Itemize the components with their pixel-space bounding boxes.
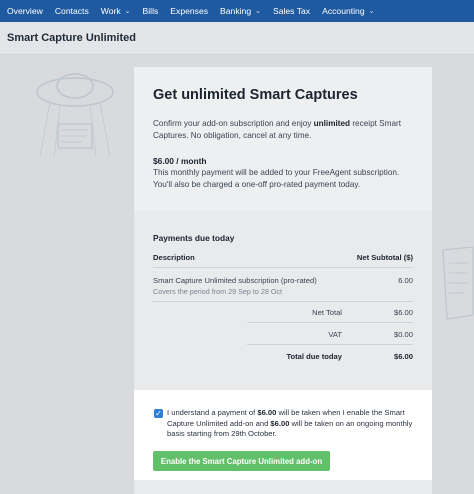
chevron-down-icon: ⌄ — [368, 8, 375, 15]
page-header: Smart Capture Unlimited — [0, 22, 474, 55]
top-nav: Overview Contacts Work ⌄ Bills Expenses B… — [0, 0, 474, 22]
nav-expenses[interactable]: Expenses — [170, 6, 208, 16]
total-due-value: $6.00 — [393, 352, 413, 361]
nav-label: Banking — [220, 6, 252, 16]
divider — [247, 322, 413, 323]
payments-title: Payments due today — [153, 233, 235, 243]
col-description: Description — [153, 253, 195, 262]
divider — [153, 267, 413, 268]
vat-label: VAT — [328, 330, 342, 339]
monthly-price: $6.00 / month — [153, 156, 207, 166]
ufo-illustration-icon — [36, 73, 114, 158]
confirm-checkbox[interactable]: ✓ — [154, 409, 163, 418]
nav-bills[interactable]: Bills — [143, 6, 159, 16]
nav-label: Contacts — [54, 6, 89, 16]
divider — [153, 301, 413, 302]
modal-title: Get unlimited Smart Captures — [153, 87, 358, 103]
chevron-down-icon: ⌄ — [124, 8, 131, 15]
confirm-text-part: I understand a payment of — [167, 408, 258, 417]
net-total-label: Net Total — [312, 308, 342, 317]
nav-label: Bills — [142, 6, 159, 16]
chevron-down-icon: ⌄ — [255, 8, 261, 15]
nav-overview[interactable]: Overview — [7, 6, 43, 16]
net-total-value: $6.00 — [393, 308, 413, 317]
nav-work[interactable]: Work ⌄ — [101, 6, 131, 16]
table-header: Description Net Subtotal ($) — [153, 253, 413, 262]
nav-contacts[interactable]: Contacts — [55, 6, 89, 16]
total-due-label: Total due today — [286, 352, 342, 361]
confirm-panel: ✓ I understand a payment of $6.00 will b… — [134, 390, 432, 480]
row-amount: 6.00 — [398, 276, 413, 285]
intro-text: Confirm your add-on subscription and enj… — [153, 119, 314, 128]
modal-intro: Confirm your add-on subscription and enj… — [153, 118, 418, 142]
vat-value: $0.00 — [393, 330, 413, 339]
nav-label: Overview — [7, 6, 43, 16]
row-description: Smart Capture Unlimited subscription (pr… — [153, 276, 317, 285]
nav-label: Expenses — [170, 6, 209, 16]
price-note: This monthly payment will be added to yo… — [153, 168, 400, 189]
nav-sales-tax[interactable]: Sales Tax — [273, 6, 310, 16]
page-title: Smart Capture Unlimited — [7, 32, 136, 44]
receipt-illustration-icon — [442, 246, 474, 320]
intro-emphasis: unlimited — [313, 119, 351, 128]
nav-accounting[interactable]: Accounting ⌄ — [322, 6, 374, 16]
row-period: Covers the period from 29 Sep to 28 Oct — [153, 287, 283, 296]
nav-label: Sales Tax — [272, 6, 311, 16]
nav-label: Accounting — [322, 6, 365, 16]
confirm-text: I understand a payment of $6.00 will be … — [167, 408, 417, 440]
col-net-subtotal: Net Subtotal ($) — [356, 253, 413, 262]
divider — [247, 344, 413, 345]
nav-banking[interactable]: Banking ⌄ — [220, 6, 261, 16]
confirm-amount: $6.00 — [270, 418, 290, 428]
confirm-amount: $6.00 — [257, 408, 277, 417]
enable-addon-button[interactable]: Enable the Smart Capture Unlimited add-o… — [153, 451, 330, 471]
nav-label: Work — [100, 6, 121, 16]
